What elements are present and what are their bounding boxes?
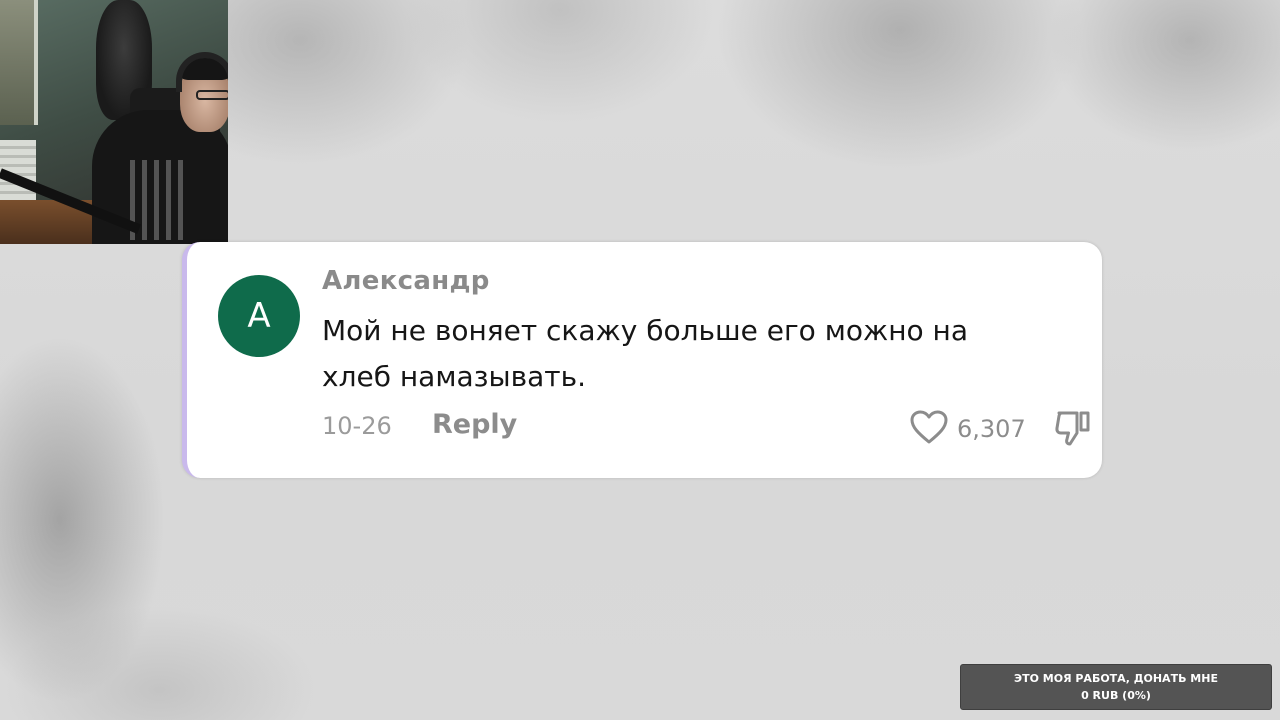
webcam-window [0,0,38,125]
comment-text-line-1: Мой не воняет скажу больше его можно на [322,314,968,347]
donation-amount: 0 RUB (0%) [1081,689,1151,702]
avatar-letter: A [247,296,271,336]
webcam-overlay [0,0,228,244]
comment-text: Мой не воняет скажу больше его можно на … [322,308,1062,400]
comment-card: A Александр Мой не воняет скажу больше е… [182,242,1102,478]
donation-title: ЭТО МОЯ РАБОТА, ДОНАТЬ МНЕ [1014,672,1218,685]
like-count: 6,307 [957,415,1026,443]
comment-date: 10-26 [322,412,392,440]
reply-button[interactable]: Reply [432,409,517,440]
avatar[interactable]: A [218,275,300,357]
like-button[interactable]: 6,307 [909,409,1026,449]
heart-icon [909,409,949,449]
webcam-headphones [176,52,228,92]
dislike-button[interactable] [1053,408,1093,452]
donation-goal-widget: ЭТО МОЯ РАБОТА, ДОНАТЬ МНЕ 0 RUB (0%) [960,664,1272,710]
comment-text-line-2: хлеб намазывать. [322,360,586,393]
thumbs-down-icon [1053,411,1093,452]
comment-author[interactable]: Александр [322,266,490,296]
webcam-glasses [196,90,228,100]
